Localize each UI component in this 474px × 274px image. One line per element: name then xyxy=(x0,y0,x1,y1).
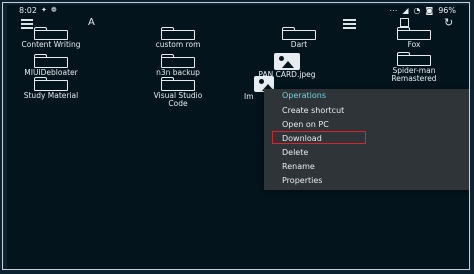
file-label: Dart xyxy=(290,40,308,49)
context-menu: Operations Create shortcut Open on PC Do… xyxy=(264,89,469,190)
file-label: Study Material xyxy=(23,91,79,100)
file-item[interactable]: Spider-man Remastered xyxy=(364,52,464,83)
file-label: Content Writing xyxy=(21,40,81,49)
menu-item-delete[interactable]: Delete xyxy=(282,148,308,157)
folder-icon xyxy=(33,27,68,40)
menu-title: Operations xyxy=(282,91,326,100)
menu-item-open-on-pc[interactable]: Open on PC xyxy=(282,120,329,129)
window-frame: 8:02 ✦ ❁ ⋯ ◢ ◔ ◙ 96% A ↻ Content Writing… xyxy=(2,2,470,270)
file-label-line2: Code xyxy=(168,99,188,108)
folder-icon xyxy=(160,27,195,40)
menu-item-properties[interactable]: Properties xyxy=(282,176,322,185)
file-label-line2: Remastered xyxy=(391,74,437,83)
folder-icon xyxy=(33,77,68,91)
file-item[interactable]: Study Material xyxy=(7,77,101,100)
menu-item-rename[interactable]: Rename xyxy=(282,162,315,171)
file-label: MIUIDebloater xyxy=(24,68,78,77)
menu-item-create-shortcut[interactable]: Create shortcut xyxy=(282,106,344,115)
menu-item-download[interactable]: Download xyxy=(282,134,322,143)
folder-icon xyxy=(396,27,431,40)
file-item[interactable]: n3n backup xyxy=(128,54,228,77)
folder-icon xyxy=(160,77,195,91)
file-item[interactable]: Fox xyxy=(364,27,464,49)
image-file-icon xyxy=(274,53,300,70)
phone-screen: 8:02 ✦ ❁ ⋯ ◢ ◔ ◙ 96% A ↻ Content Writing… xyxy=(7,5,469,269)
folder-icon xyxy=(396,52,431,66)
file-item[interactable]: MIUIDebloater xyxy=(7,54,101,77)
file-label: n3n backup xyxy=(156,68,200,77)
file-item[interactable]: custom rom xyxy=(128,27,228,49)
folder-icon xyxy=(281,27,316,40)
file-label: Fox xyxy=(407,40,421,49)
folder-icon xyxy=(33,54,68,68)
file-label: custom rom xyxy=(155,40,201,49)
folder-icon xyxy=(160,54,195,68)
file-item[interactable]: Dart xyxy=(249,27,349,49)
file-item[interactable]: Visual Studio Code xyxy=(128,77,228,108)
file-item[interactable]: Content Writing xyxy=(7,27,101,49)
